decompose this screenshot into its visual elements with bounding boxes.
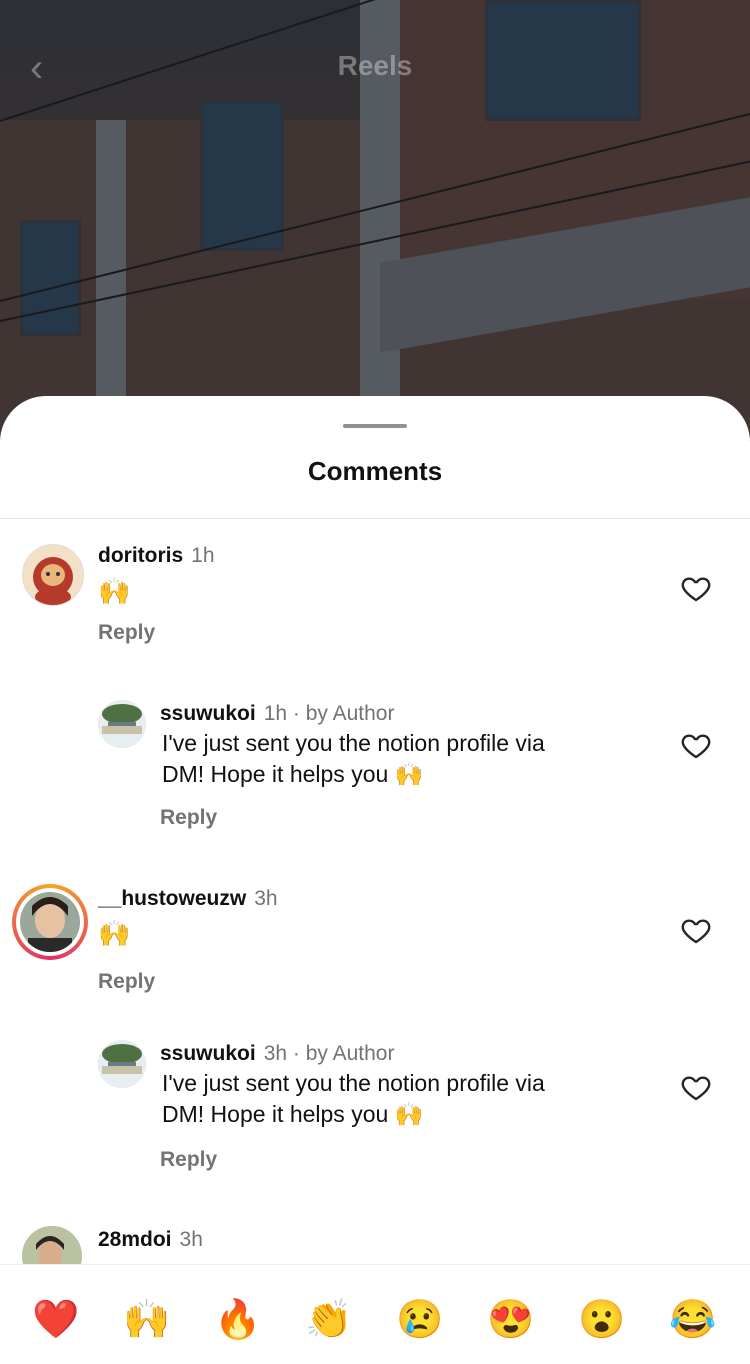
comment-time: 1h	[263, 702, 288, 725]
username-text[interactable]: __hustoweuzw	[98, 887, 246, 910]
username-text[interactable]: 28mdoi	[98, 1228, 172, 1251]
comment-text: 🙌	[98, 918, 131, 948]
comment-text-line: DM! Hope it helps you 🙌	[162, 1101, 424, 1127]
comment-time: 3h	[179, 1228, 203, 1251]
avatar-illustration	[33, 557, 73, 605]
reply-button[interactable]: Reply	[160, 806, 217, 830]
comments-sheet: Comments doritoris 1h 🙌 Reply ssuwukoi 1h …	[0, 396, 750, 1364]
drag-handle[interactable]	[343, 424, 407, 428]
comment-time: 1h	[191, 544, 215, 567]
heart-outline-icon[interactable]	[680, 572, 712, 604]
comment-text-line: I've just sent you the notion profile vi…	[162, 1070, 545, 1096]
comment-text: I've just sent you the notion profile vi…	[162, 1068, 545, 1130]
reply-button[interactable]: Reply	[160, 1148, 217, 1172]
avatar-illustration	[98, 700, 146, 748]
divider	[0, 518, 750, 519]
avatar-illustration	[98, 1040, 146, 1088]
reaction-crying-button[interactable]: 😢	[396, 1297, 443, 1343]
story-ring-avatar[interactable]	[12, 884, 88, 960]
comment-text: I've just sent you the notion profile vi…	[162, 728, 545, 790]
username-text[interactable]: doritoris	[98, 544, 183, 567]
avatar[interactable]	[98, 700, 146, 748]
reaction-raised-hands-button[interactable]: 🙌	[123, 1297, 170, 1343]
sheet-title: Comments	[307, 456, 443, 486]
comment-username[interactable]: ssuwukoi 1h · by Author	[160, 702, 394, 726]
avatar-photo	[20, 892, 80, 952]
comment-time: 3h	[263, 1042, 288, 1065]
heart-outline-icon[interactable]	[680, 729, 712, 761]
username-text[interactable]: ssuwukoi	[160, 702, 256, 725]
avatar[interactable]	[98, 1040, 146, 1088]
comment-text-line: DM! Hope it helps you 🙌	[162, 761, 424, 787]
reaction-heart-eyes-button[interactable]: 😍	[487, 1297, 534, 1343]
reaction-fire-button[interactable]: 🔥	[214, 1297, 261, 1343]
reaction-heart-button[interactable]: ❤️	[32, 1297, 79, 1343]
comment-time: 3h	[254, 887, 278, 910]
author-badge: · by Author	[292, 702, 395, 725]
avatar[interactable]	[22, 544, 84, 606]
author-badge: · by Author	[292, 1042, 395, 1065]
reaction-laughing-button[interactable]: 😂	[669, 1297, 716, 1343]
comment-username[interactable]: ssuwukoi 3h · by Author	[160, 1042, 394, 1066]
reaction-surprised-button[interactable]: 😮	[578, 1297, 625, 1343]
comment-username[interactable]: __hustoweuzw 3h	[98, 887, 278, 911]
username-text[interactable]: ssuwukoi	[160, 1042, 256, 1065]
page-title: Reels	[337, 50, 413, 81]
reply-button[interactable]: Reply	[98, 970, 155, 994]
reply-button[interactable]: Reply	[98, 621, 155, 645]
comment-text-line: I've just sent you the notion profile vi…	[162, 730, 545, 756]
quick-reaction-bar: ❤️ 🙌 🔥 👏 😢 😍 😮 😂	[0, 1264, 750, 1364]
comment-text: 🙌	[98, 576, 131, 606]
heart-outline-icon[interactable]	[680, 914, 712, 946]
comment-username[interactable]: doritoris 1h	[98, 544, 215, 568]
heart-outline-icon[interactable]	[680, 1071, 712, 1103]
comment-username[interactable]: 28mdoi 3h	[98, 1228, 203, 1252]
reaction-clap-button[interactable]: 👏	[305, 1297, 352, 1343]
